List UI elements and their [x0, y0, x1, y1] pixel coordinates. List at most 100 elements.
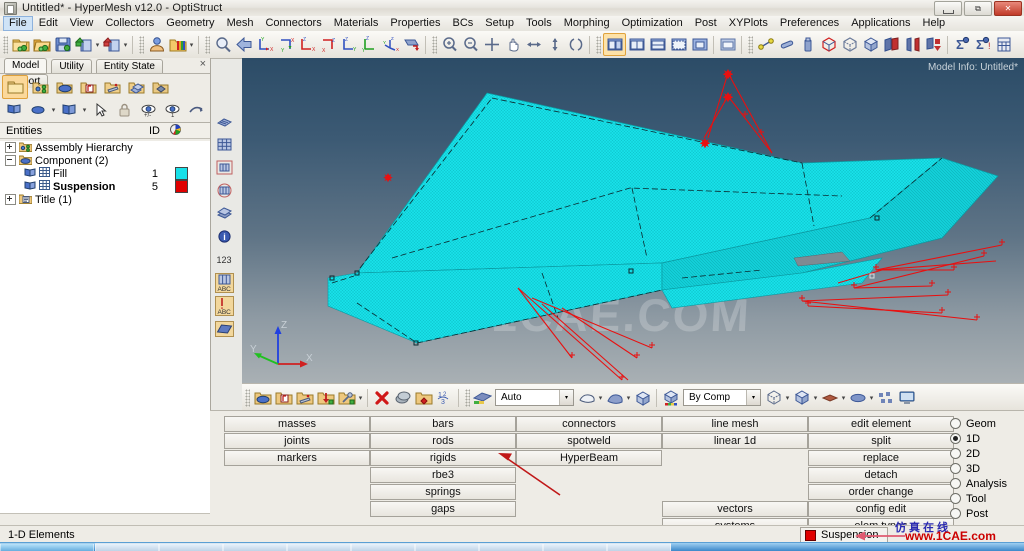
- panel-button-order-change[interactable]: order change: [808, 484, 954, 500]
- toolbar-grip-6[interactable]: [748, 35, 753, 54]
- material-icon[interactable]: [124, 76, 148, 98]
- component-icon[interactable]: [252, 387, 273, 408]
- shell-thickness-dropdown-icon[interactable]: ▾: [840, 387, 847, 408]
- load-collector-icon[interactable]: [76, 76, 100, 98]
- menu-mesh[interactable]: Mesh: [221, 16, 260, 31]
- node-edit-icon[interactable]: [755, 34, 776, 55]
- circle-zoom-icon[interactable]: [565, 34, 586, 55]
- monitor-icon[interactable]: [896, 387, 917, 408]
- single-window-icon[interactable]: [603, 33, 626, 56]
- radio-analysis[interactable]: Analysis: [950, 476, 1020, 491]
- panel-button-linear-1d[interactable]: linear 1d: [662, 433, 808, 449]
- tool-icon[interactable]: [336, 387, 357, 408]
- panel-button-spotweld[interactable]: spotweld: [516, 433, 662, 449]
- chevron-down-icon[interactable]: ▾: [559, 390, 573, 405]
- previous-view-icon[interactable]: [233, 34, 254, 55]
- move-down-icon[interactable]: [315, 387, 336, 408]
- tree-row-assembly-hierarchy[interactable]: Assembly Hierarchy: [0, 141, 210, 154]
- tab-entity-state[interactable]: Entity State: [95, 59, 163, 73]
- surface-icon[interactable]: [212, 317, 236, 340]
- color-wheel-icon[interactable]: [160, 123, 190, 138]
- import-icon[interactable]: [31, 34, 52, 55]
- surface-shade-icon[interactable]: [847, 387, 868, 408]
- menu-optimization[interactable]: Optimization: [616, 16, 689, 31]
- panel-button-vectors[interactable]: vectors: [662, 501, 808, 517]
- fit-icon[interactable]: [481, 34, 502, 55]
- mask-icon[interactable]: [881, 34, 902, 55]
- menu-xyplots[interactable]: XYPlots: [723, 16, 774, 31]
- mesh-grid-icon[interactable]: [212, 133, 236, 156]
- panel-button-line-mesh[interactable]: line mesh: [662, 416, 808, 432]
- find-icon[interactable]: [413, 387, 434, 408]
- panel-button-rods[interactable]: rods: [370, 433, 516, 449]
- radio-indicator[interactable]: [950, 493, 961, 504]
- taskbar-item[interactable]: [0, 543, 94, 551]
- export-solver-dropdown-icon[interactable]: ▾: [94, 34, 101, 55]
- menu-setup[interactable]: Setup: [479, 16, 520, 31]
- shell-thickness-icon[interactable]: [819, 387, 840, 408]
- color-palette-icon[interactable]: [167, 34, 188, 55]
- panel-button-springs[interactable]: springs: [370, 484, 516, 500]
- renumber-icon[interactable]: 123: [434, 387, 455, 408]
- menu-properties[interactable]: Properties: [384, 16, 446, 31]
- isolate-icon[interactable]: 1: [160, 99, 184, 121]
- lock-icon[interactable]: [112, 99, 136, 121]
- graphics-viewport[interactable]: Model Info: Untitled* 1CAE.COM Z X Y: [242, 58, 1024, 383]
- panel-button-split[interactable]: split: [808, 433, 954, 449]
- chevron-down-icon[interactable]: ▾: [746, 390, 760, 405]
- window-2-icon[interactable]: [626, 34, 647, 55]
- display-toolbar-grip-2[interactable]: [465, 388, 470, 407]
- radio-indicator[interactable]: [950, 448, 961, 459]
- window-5-icon[interactable]: [689, 34, 710, 55]
- flag-icon[interactable]: [2, 99, 26, 121]
- property-icon[interactable]: [100, 76, 124, 98]
- toolbar-grip-4[interactable]: [432, 35, 437, 54]
- unmask-icon[interactable]: [923, 34, 944, 55]
- radio-indicator[interactable]: [950, 418, 961, 429]
- panel-button-config-edit[interactable]: config edit: [808, 501, 954, 517]
- shrink-icon[interactable]: [392, 387, 413, 408]
- window-3-icon[interactable]: [647, 34, 668, 55]
- taskbar-item[interactable]: [479, 543, 543, 551]
- summary-alt-icon[interactable]: Σ!: [972, 34, 993, 55]
- pan-icon[interactable]: [502, 34, 523, 55]
- tree-row-fill[interactable]: Fill 1: [0, 167, 210, 180]
- component-display-icon[interactable]: [26, 99, 50, 121]
- label-abc-icon[interactable]: ABC: [212, 271, 236, 294]
- radio-3d[interactable]: 3D: [950, 461, 1020, 476]
- zoom-fit-icon[interactable]: [212, 34, 233, 55]
- component-view-dropdown-icon[interactable]: ▾: [81, 99, 88, 120]
- arrow-vertical-icon[interactable]: [544, 34, 565, 55]
- wireframe-3d-dropdown-icon[interactable]: ▾: [784, 387, 791, 408]
- open-model-icon[interactable]: [10, 34, 31, 55]
- line-icon[interactable]: [776, 34, 797, 55]
- shaded-edges-icon[interactable]: [604, 387, 625, 408]
- panel-button-bars[interactable]: bars: [370, 416, 516, 432]
- view-yz-icon[interactable]: ZY: [359, 34, 380, 55]
- shaded-feature-dropdown-icon[interactable]: ▾: [597, 387, 604, 408]
- shaded-edges-dropdown-icon[interactable]: ▾: [625, 387, 632, 408]
- radio-indicator[interactable]: [950, 463, 961, 474]
- minimize-button[interactable]: [934, 1, 962, 16]
- mesh-lines-icon[interactable]: [212, 110, 236, 133]
- menu-help[interactable]: Help: [917, 16, 952, 31]
- taskbar-item[interactable]: [607, 543, 671, 551]
- menu-materials[interactable]: Materials: [328, 16, 385, 31]
- cylinder-icon[interactable]: [797, 34, 818, 55]
- menu-bcs[interactable]: BCs: [447, 16, 480, 31]
- group-icon[interactable]: [148, 76, 172, 98]
- pointer-icon[interactable]: [88, 99, 112, 121]
- tree-row-title[interactable]: Title (1): [0, 193, 210, 206]
- folder-icon[interactable]: [2, 74, 28, 99]
- tool-dropdown-icon[interactable]: ▾: [357, 387, 364, 408]
- component-view-icon[interactable]: [57, 99, 81, 121]
- shaded-3d-dropdown-icon[interactable]: ▾: [812, 387, 819, 408]
- menu-view[interactable]: View: [64, 16, 100, 31]
- taskbar-item[interactable]: [287, 543, 351, 551]
- color-swatch[interactable]: [175, 180, 188, 193]
- taskbar-item[interactable]: [351, 543, 415, 551]
- display-mode-combo[interactable]: Auto ▾: [495, 389, 574, 406]
- radio-indicator[interactable]: [950, 508, 961, 519]
- assembly-icon[interactable]: [28, 76, 52, 98]
- radio-2d[interactable]: 2D: [950, 446, 1020, 461]
